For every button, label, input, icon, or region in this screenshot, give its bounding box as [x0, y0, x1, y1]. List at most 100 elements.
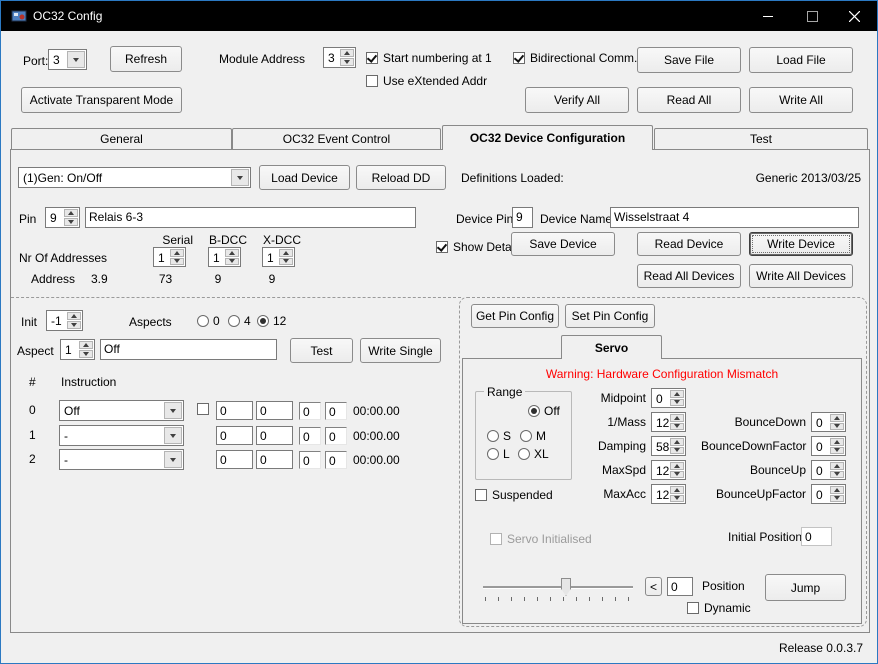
- refresh-button[interactable]: Refresh: [110, 46, 182, 72]
- spin-down-icon[interactable]: [170, 258, 184, 266]
- maxspd-spinner[interactable]: 127: [651, 460, 686, 480]
- device-name-input[interactable]: Wisselstraat 4: [610, 207, 859, 228]
- get-pin-config-button[interactable]: Get Pin Config: [471, 304, 559, 328]
- dropdown-arrow-icon[interactable]: [164, 427, 182, 444]
- set-pin-config-button[interactable]: Set Pin Config: [565, 304, 655, 328]
- position-field[interactable]: 0: [667, 577, 693, 596]
- write-single-button[interactable]: Write Single: [360, 338, 441, 363]
- close-button[interactable]: [832, 1, 877, 31]
- jump-button[interactable]: Jump: [765, 574, 846, 601]
- aspects-radio-0[interactable]: 0: [197, 314, 220, 328]
- init-spinner[interactable]: -1: [46, 310, 83, 331]
- instruction-field-1[interactable]: 0: [216, 450, 253, 469]
- xdcc-count-spinner[interactable]: 1: [262, 247, 295, 267]
- initial-position-field[interactable]: 0: [801, 527, 832, 546]
- app-icon[interactable]: [11, 8, 27, 29]
- save-file-button[interactable]: Save File: [637, 47, 741, 73]
- spin-up-icon[interactable]: [340, 49, 354, 57]
- suspended-checkbox[interactable]: Suspended: [475, 488, 553, 502]
- spin-up-icon[interactable]: [170, 249, 184, 257]
- spin-down-icon[interactable]: [830, 423, 844, 431]
- bounceup-spinner[interactable]: 0: [811, 460, 846, 480]
- spin-up-icon[interactable]: [670, 486, 684, 494]
- device-pin-input[interactable]: 9: [512, 207, 533, 228]
- instruction-select-2[interactable]: -: [59, 449, 184, 470]
- range-radio-off[interactable]: Off: [528, 404, 560, 418]
- minimize-button[interactable]: [745, 1, 790, 31]
- spin-down-icon[interactable]: [67, 321, 81, 329]
- tab-general[interactable]: General: [11, 128, 232, 149]
- position-slider-track[interactable]: [483, 586, 633, 588]
- spin-down-icon[interactable]: [830, 471, 844, 479]
- activate-transparent-mode-button[interactable]: Activate Transparent Mode: [21, 87, 182, 113]
- aspects-radio-12[interactable]: 12: [257, 314, 286, 328]
- range-radio-l[interactable]: L: [487, 447, 510, 461]
- test-button[interactable]: Test: [290, 338, 353, 363]
- write-device-button[interactable]: Write Device: [749, 232, 853, 256]
- reload-dd-button[interactable]: Reload DD: [356, 165, 446, 190]
- spin-up-icon[interactable]: [64, 209, 78, 217]
- range-radio-xl[interactable]: XL: [518, 447, 549, 461]
- spin-up-icon[interactable]: [670, 414, 684, 422]
- spin-up-icon[interactable]: [670, 462, 684, 470]
- maxacc-spinner[interactable]: 127: [651, 484, 686, 504]
- dropdown-arrow-icon[interactable]: [164, 451, 182, 468]
- serial-count-spinner[interactable]: 1: [153, 247, 186, 267]
- instruction-checkbox-0[interactable]: [197, 402, 209, 415]
- bdcc-count-spinner[interactable]: 1: [208, 247, 241, 267]
- spin-down-icon[interactable]: [64, 218, 78, 226]
- mass-spinner[interactable]: 127: [651, 412, 686, 432]
- instruction-select-1[interactable]: -: [59, 425, 184, 446]
- maximize-button[interactable]: [790, 1, 835, 31]
- spin-up-icon[interactable]: [830, 462, 844, 470]
- spin-up-icon[interactable]: [670, 438, 684, 446]
- instruction-select-0[interactable]: Off: [59, 400, 184, 421]
- tab-oc32-event-control[interactable]: OC32 Event Control: [232, 128, 441, 149]
- port-select[interactable]: 3: [48, 49, 87, 70]
- dropdown-arrow-icon[interactable]: [164, 402, 182, 419]
- spin-up-icon[interactable]: [79, 341, 93, 349]
- read-all-button[interactable]: Read All: [637, 87, 741, 113]
- bidirectional-checkbox[interactable]: Bidirectional Comm.: [513, 51, 637, 65]
- bounceupfactor-spinner[interactable]: 0: [811, 484, 846, 504]
- spin-up-icon[interactable]: [670, 390, 684, 398]
- device-type-select[interactable]: (1)Gen: On/Off: [18, 167, 251, 188]
- load-device-button[interactable]: Load Device: [259, 165, 350, 190]
- module-address-spinner[interactable]: 3: [323, 47, 356, 68]
- verify-all-button[interactable]: Verify All: [525, 87, 629, 113]
- spin-up-icon[interactable]: [225, 249, 239, 257]
- pin-name-input[interactable]: Relais 6-3: [85, 207, 416, 228]
- tab-oc32-device-configuration[interactable]: OC32 Device Configuration: [442, 125, 653, 150]
- spin-down-icon[interactable]: [670, 471, 684, 479]
- spin-up-icon[interactable]: [279, 249, 293, 257]
- spin-down-icon[interactable]: [279, 258, 293, 266]
- range-radio-s[interactable]: S: [487, 429, 511, 443]
- range-radio-m[interactable]: M: [520, 429, 546, 443]
- aspect-name-input[interactable]: Off: [100, 339, 277, 360]
- instruction-field-1[interactable]: 0: [216, 401, 253, 420]
- aspects-radio-4[interactable]: 4: [228, 314, 251, 328]
- spin-down-icon[interactable]: [340, 58, 354, 66]
- tab-test[interactable]: Test: [654, 128, 868, 149]
- spin-down-icon[interactable]: [830, 447, 844, 455]
- spin-up-icon[interactable]: [830, 438, 844, 446]
- spin-down-icon[interactable]: [670, 423, 684, 431]
- midpoint-spinner[interactable]: 0: [651, 388, 686, 408]
- show-details-checkbox[interactable]: Show Details: [436, 240, 523, 254]
- bouncedownfactor-spinner[interactable]: 0: [811, 436, 846, 456]
- dynamic-checkbox[interactable]: Dynamic: [687, 601, 751, 615]
- instruction-field-2[interactable]: 0: [256, 401, 293, 420]
- spin-down-icon[interactable]: [670, 399, 684, 407]
- spin-down-icon[interactable]: [670, 447, 684, 455]
- write-all-devices-button[interactable]: Write All Devices: [749, 264, 853, 288]
- pin-spinner[interactable]: 9: [45, 207, 80, 228]
- step-left-button[interactable]: <: [645, 577, 662, 596]
- spin-up-icon[interactable]: [67, 312, 81, 320]
- aspect-spinner[interactable]: 1: [60, 339, 95, 360]
- read-device-button[interactable]: Read Device: [637, 232, 741, 256]
- spin-down-icon[interactable]: [79, 350, 93, 358]
- subtab-servo[interactable]: Servo: [561, 335, 662, 359]
- instruction-field-2[interactable]: 0: [256, 450, 293, 469]
- damping-spinner[interactable]: 58: [651, 436, 686, 456]
- spin-up-icon[interactable]: [830, 414, 844, 422]
